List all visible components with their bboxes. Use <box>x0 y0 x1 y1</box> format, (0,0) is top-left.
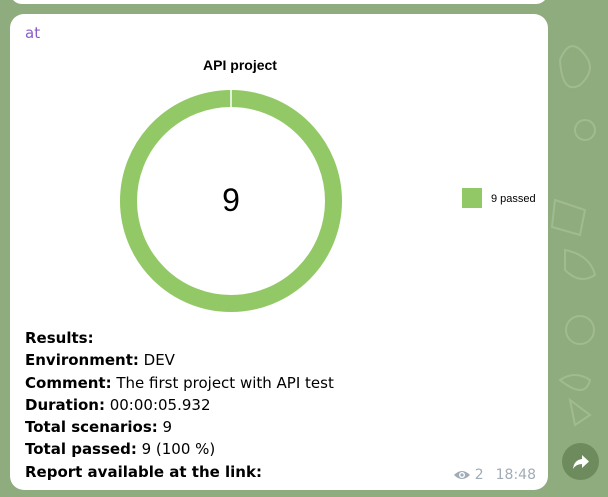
environment-value: DEV <box>138 351 175 370</box>
previous-message-bubble <box>10 0 548 4</box>
comment-label: Comment: <box>25 373 112 392</box>
passed-value: 9 (100 %) <box>136 440 216 459</box>
duration-label: Duration: <box>25 395 105 414</box>
duration-value: 00:00:05.932 <box>104 395 211 414</box>
results-heading: Results: <box>25 329 94 347</box>
scenarios-label: Total scenarios: <box>25 418 158 437</box>
eye-icon <box>453 471 470 479</box>
message-time: 18:48 <box>495 467 536 483</box>
chart-center-value: 9 <box>222 182 240 218</box>
scenarios-value: 9 <box>157 418 173 437</box>
comment-value: The first project with API test <box>111 373 334 392</box>
environment-label: Environment: <box>25 351 139 370</box>
message-meta: 2 18:48 <box>453 467 536 483</box>
donut-chart[interactable]: API project 9 9 passed <box>110 52 550 322</box>
results-text: Results: Environment: DEV Comment: The f… <box>25 327 334 483</box>
view-count: 2 <box>474 467 484 483</box>
share-button[interactable] <box>562 443 599 480</box>
message-bubble: at API project 9 9 passed Results: Envir… <box>10 14 548 490</box>
legend-swatch <box>462 188 482 208</box>
report-link-label: Report available at the link: <box>25 462 262 481</box>
chart-title: API project <box>203 57 277 73</box>
passed-label: Total passed: <box>25 440 137 459</box>
legend-label: 9 passed <box>491 193 536 205</box>
sender-name[interactable]: at <box>25 24 40 42</box>
share-arrow-icon <box>572 454 589 469</box>
